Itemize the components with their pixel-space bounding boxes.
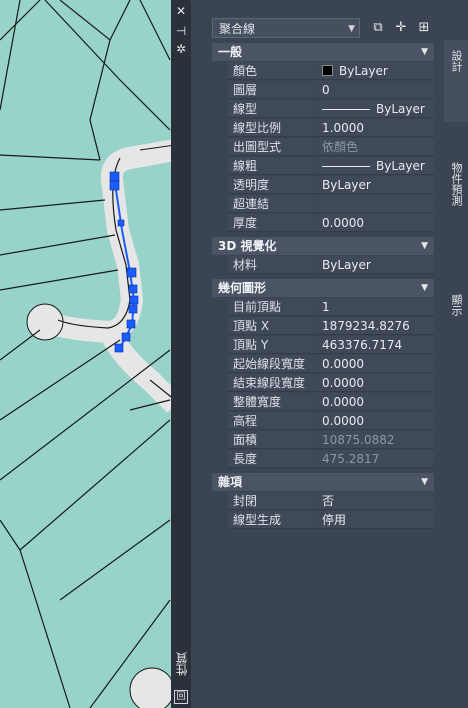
property-row-linetype-scale[interactable]: 線型比例 1.0000 — [212, 119, 434, 138]
property-row-length[interactable]: 長度 475.2817 — [212, 450, 434, 469]
property-row-global-width[interactable]: 整體寬度 0.0000 — [212, 393, 434, 412]
palette-menu-icon[interactable]: 回 — [174, 690, 188, 704]
property-name: 材料 — [228, 256, 317, 274]
section-general[interactable]: 一般 ▼ — [212, 43, 434, 61]
property-name: 顏色 — [228, 62, 317, 80]
property-name: 出圖型式 — [228, 138, 317, 156]
property-name: 長度 — [228, 450, 317, 468]
linetype-sample — [322, 109, 370, 110]
property-value[interactable]: 0 — [318, 81, 434, 99]
property-value[interactable]: ByLayer — [318, 157, 434, 175]
property-value[interactable]: 0.0000 — [318, 214, 434, 232]
property-row-transparency[interactable]: 透明度 ByLayer — [212, 176, 434, 195]
property-value[interactable]: 463376.7174 — [318, 336, 434, 354]
property-value: 10875.0882 — [318, 431, 434, 449]
property-value[interactable]: ByLayer — [318, 62, 434, 80]
section-3d-visualization[interactable]: 3D 視覺化 ▼ — [212, 237, 434, 255]
palette-title: 性質 — [175, 652, 189, 676]
tab-object-prediction[interactable]: 物件預測 — [444, 124, 468, 244]
property-name: 厚度 — [228, 214, 317, 232]
property-row-material[interactable]: 材料 ByLayer — [212, 256, 434, 275]
property-value[interactable]: 停用 — [318, 511, 434, 529]
property-name: 頂點 X — [228, 317, 317, 335]
property-value: 依顏色 — [318, 138, 434, 156]
property-name: 整體寬度 — [228, 393, 317, 411]
settings-icon[interactable]: ✲ — [174, 42, 188, 56]
palette-tabs: 設計 物件預測 顯示 — [444, 0, 468, 708]
property-name: 圖層 — [228, 81, 317, 99]
property-row-vertex-x[interactable]: 頂點 X 1879234.8276 — [212, 317, 434, 336]
section-misc[interactable]: 雜項 ▼ — [212, 473, 434, 491]
object-type-dropdown[interactable]: 聚合線 ▼ — [212, 18, 360, 38]
object-type-value: 聚合線 — [219, 22, 256, 36]
property-name: 超連結 — [228, 195, 317, 213]
property-row-color[interactable]: 顏色 ByLayer — [212, 62, 434, 81]
select-objects-icon[interactable]: ✛ — [392, 19, 410, 37]
property-name: 面積 — [228, 431, 317, 449]
property-row-start-width[interactable]: 起始線段寬度 0.0000 — [212, 355, 434, 374]
property-value[interactable]: 0.0000 — [318, 355, 434, 373]
property-row-thickness[interactable]: 厚度 0.0000 — [212, 214, 434, 233]
chevron-down-icon: ▼ — [421, 283, 428, 293]
property-name: 頂點 Y — [228, 336, 317, 354]
property-name: 透明度 — [228, 176, 317, 194]
property-value[interactable]: 1879234.8276 — [318, 317, 434, 335]
property-row-layer[interactable]: 圖層 0 — [212, 81, 434, 100]
property-name: 起始線段寬度 — [228, 355, 317, 373]
property-value[interactable]: ByLayer — [318, 100, 434, 118]
property-name: 目前頂點 — [228, 298, 317, 316]
section-geometry[interactable]: 幾何圖形 ▼ — [212, 279, 434, 297]
property-row-plot-style[interactable]: 出圖型式 依顏色 — [212, 138, 434, 157]
property-value[interactable]: 否 — [318, 492, 434, 510]
color-swatch — [322, 65, 333, 76]
properties-palette: ✕ ⊣ ✲ 性質 回 聚合線 ▼ ⧉ ✛ ⊞ 一般 ▼ 顏色 ByLayer 圖… — [171, 0, 468, 708]
property-row-vertex-y[interactable]: 頂點 Y 463376.7174 — [212, 336, 434, 355]
chevron-down-icon: ▼ — [421, 477, 428, 487]
property-value[interactable]: 0.0000 — [318, 374, 434, 392]
property-row-linetype-generation[interactable]: 線型生成 停用 — [212, 511, 434, 530]
property-value[interactable]: ByLayer — [318, 256, 434, 274]
property-row-elevation[interactable]: 高程 0.0000 — [212, 412, 434, 431]
property-value[interactable]: 0.0000 — [318, 393, 434, 411]
toggle-pickadd-icon[interactable]: ⊞ — [415, 19, 433, 37]
property-name: 線型 — [228, 100, 317, 118]
autohide-icon[interactable]: ⊣ — [174, 24, 188, 38]
property-row-area[interactable]: 面積 10875.0882 — [212, 431, 434, 450]
quick-select-icon[interactable]: ⧉ — [369, 19, 387, 37]
property-row-hyperlink[interactable]: 超連結 — [212, 195, 434, 214]
property-row-lineweight[interactable]: 線粗 ByLayer — [212, 157, 434, 176]
property-value[interactable] — [318, 195, 434, 213]
palette-content: 聚合線 ▼ ⧉ ✛ ⊞ 一般 ▼ 顏色 ByLayer 圖層 0 線型 ByLa… — [193, 0, 443, 708]
property-name: 線型生成 — [228, 511, 317, 529]
property-name: 封閉 — [228, 492, 317, 510]
property-row-current-vertex[interactable]: 目前頂點 1 — [212, 298, 434, 317]
property-row-end-width[interactable]: 結束線段寬度 0.0000 — [212, 374, 434, 393]
property-name: 結束線段寬度 — [228, 374, 317, 392]
tab-display[interactable]: 顯示 — [444, 250, 468, 360]
property-value[interactable]: 1.0000 — [318, 119, 434, 137]
tab-design[interactable]: 設計 — [444, 40, 468, 122]
property-value: 475.2817 — [318, 450, 434, 468]
lineweight-sample — [322, 166, 370, 167]
chevron-down-icon: ▼ — [421, 241, 428, 251]
property-value[interactable]: 0.0000 — [318, 412, 434, 430]
property-name: 線型比例 — [228, 119, 317, 137]
close-icon[interactable]: ✕ — [174, 4, 188, 18]
property-value[interactable]: 1 — [318, 298, 434, 316]
property-value[interactable]: ByLayer — [318, 176, 434, 194]
property-row-closed[interactable]: 封閉 否 — [212, 492, 434, 511]
chevron-down-icon: ▼ — [421, 47, 428, 57]
property-name: 高程 — [228, 412, 317, 430]
palette-title-bar[interactable]: ✕ ⊣ ✲ 性質 回 — [171, 0, 191, 708]
property-name: 線粗 — [228, 157, 317, 175]
chevron-down-icon: ▼ — [348, 24, 355, 34]
property-row-linetype[interactable]: 線型 ByLayer — [212, 100, 434, 119]
